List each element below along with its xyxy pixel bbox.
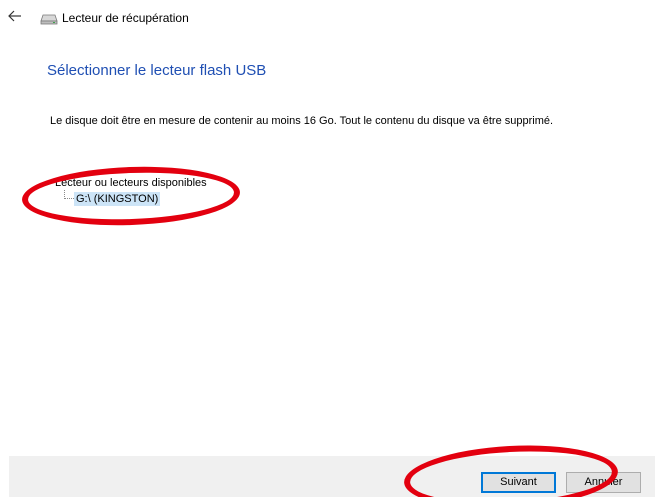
window-title: Lecteur de récupération xyxy=(62,11,189,25)
cancel-button[interactable]: Annuler xyxy=(566,472,641,493)
drives-list-label: Lecteur ou lecteurs disponibles xyxy=(55,177,207,189)
recovery-drive-window: Lecteur de récupération Sélectionner le … xyxy=(0,0,655,497)
back-arrow-icon[interactable] xyxy=(7,8,23,24)
tree-connector xyxy=(64,190,74,199)
drive-icon xyxy=(40,14,58,25)
footer-bar xyxy=(9,456,655,497)
drive-item-kingston[interactable]: G:\ (KINGSTON) xyxy=(74,192,161,206)
description-text: Le disque doit être en mesure de conteni… xyxy=(50,115,554,127)
next-button[interactable]: Suivant xyxy=(481,472,556,493)
page-title: Sélectionner le lecteur flash USB xyxy=(47,62,267,79)
